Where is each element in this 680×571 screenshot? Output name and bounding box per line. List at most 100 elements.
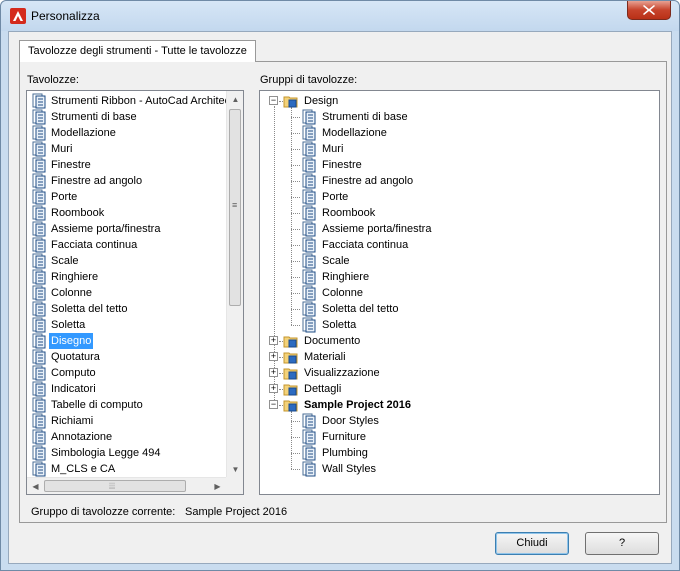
tool-palette-icon <box>32 333 46 349</box>
palette-list-item[interactable]: Simbologia Legge 494 <box>29 445 225 461</box>
palette-group-child[interactable]: Furniture <box>260 429 655 445</box>
scroll-up-icon[interactable]: ▲ <box>227 91 243 108</box>
vertical-scroll-thumb[interactable]: ≡ <box>229 109 241 306</box>
palette-group-child[interactable]: Finestre <box>260 157 655 173</box>
tool-palette-icon <box>32 205 46 221</box>
palette-list-item[interactable]: Soletta del tetto <box>29 301 225 317</box>
current-group-label: Gruppo di tavolozze corrente: <box>31 506 176 518</box>
palette-group-label: Design <box>304 95 339 107</box>
tool-palette-icon <box>302 141 316 157</box>
palette-group-child[interactable]: Assieme porta/finestra <box>260 221 655 237</box>
expand-icon[interactable]: + <box>269 336 278 345</box>
palette-group-child[interactable]: Muri <box>260 141 655 157</box>
expand-icon[interactable]: + <box>269 384 278 393</box>
palette-group-child[interactable]: Porte <box>260 189 655 205</box>
horizontal-scroll-thumb[interactable]: ⦙⦙⦙ <box>44 480 186 492</box>
palette-group-child[interactable]: Facciata continua <box>260 237 655 253</box>
palette-list-item[interactable]: Disegno <box>29 333 225 349</box>
tool-palette-icon <box>32 381 46 397</box>
palette-list-item[interactable]: Modellazione <box>29 125 225 141</box>
palette-group-node[interactable]: + Dettagli <box>260 381 655 397</box>
tree-connector <box>291 277 300 278</box>
palettes-vertical-scrollbar[interactable]: ▲ ≡ ▼ <box>226 91 243 478</box>
palette-list-item[interactable]: Finestre ad angolo <box>29 173 225 189</box>
palette-list-item-label: Simbologia Legge 494 <box>51 447 161 459</box>
palette-list-item-label: Ringhiere <box>51 271 99 283</box>
tool-palette-icon <box>32 365 46 381</box>
palette-group-child-label: Facciata continua <box>322 239 409 251</box>
palette-list-item[interactable]: Finestre <box>29 157 225 173</box>
palette-group-child[interactable]: Finestre ad angolo <box>260 173 655 189</box>
palette-group-node[interactable]: + Documento <box>260 333 655 349</box>
palette-group-folder-icon <box>283 400 298 412</box>
palette-list-item[interactable]: M_CLS e CA <box>29 461 225 477</box>
palettes-listbox[interactable]: Strumenti Ribbon - AutoCad Architecture S… <box>26 90 244 495</box>
palette-group-child[interactable]: Scale <box>260 253 655 269</box>
palette-group-child[interactable]: Wall Styles <box>260 461 655 477</box>
palette-list-item[interactable]: Roombook <box>29 205 225 221</box>
tree-connector <box>291 229 300 230</box>
tab-all-palettes[interactable]: Tavolozze degli strumenti - Tutte le tav… <box>19 40 256 62</box>
window-close-button[interactable] <box>627 1 671 20</box>
close-button[interactable]: Chiudi <box>495 532 569 555</box>
palette-group-node[interactable]: + Materiali <box>260 349 655 365</box>
scroll-right-icon[interactable]: ▶ <box>209 478 226 494</box>
title-bar[interactable]: Personalizza <box>1 1 679 31</box>
palette-list-item[interactable]: Facciata continua <box>29 237 225 253</box>
palette-group-child[interactable]: Soletta del tetto <box>260 301 655 317</box>
palette-list-item[interactable]: Strumenti di base <box>29 109 225 125</box>
palette-list-item[interactable]: Scale <box>29 253 225 269</box>
palette-group-child[interactable]: Plumbing <box>260 445 655 461</box>
palette-group-child[interactable]: Roombook <box>260 205 655 221</box>
palette-list-item-label: Finestre ad angolo <box>51 175 143 187</box>
scroll-down-icon[interactable]: ▼ <box>227 461 243 478</box>
palette-list-item[interactable]: Tabelle di computo <box>29 397 225 413</box>
tree-connector <box>291 309 300 310</box>
palette-group-child[interactable]: Door Styles <box>260 413 655 429</box>
collapse-icon[interactable]: − <box>269 400 278 409</box>
palette-group-node[interactable]: − Design <box>260 93 655 109</box>
palette-group-node[interactable]: − Sample Project 2016 <box>260 397 655 413</box>
palette-list-item-label: Computo <box>51 367 96 379</box>
scroll-left-icon[interactable]: ◀ <box>27 478 44 494</box>
palette-list-item-label: Colonne <box>51 287 92 299</box>
palette-list-item[interactable]: Indicatori <box>29 381 225 397</box>
expand-icon[interactable]: + <box>269 368 278 377</box>
tree-connector <box>291 181 300 182</box>
tree-connector <box>291 293 300 294</box>
palette-group-child[interactable]: Soletta <box>260 317 655 333</box>
palette-group-child[interactable]: Ringhiere <box>260 269 655 285</box>
tool-palette-icon <box>32 445 46 461</box>
tree-connector <box>291 133 300 134</box>
dialog-client: Tavolozze degli strumenti - Tutte le tav… <box>8 31 672 564</box>
palette-list-item[interactable]: Annotazione <box>29 429 225 445</box>
palette-group-child-label: Furniture <box>322 431 367 443</box>
palette-list-item[interactable]: Richiami <box>29 413 225 429</box>
palette-list-item[interactable]: Assieme porta/finestra <box>29 221 225 237</box>
palette-group-child[interactable]: Colonne <box>260 285 655 301</box>
palette-group-child-label: Soletta <box>322 319 357 331</box>
palettes-horizontal-scrollbar[interactable]: ◀ ⦙⦙⦙ ▶ <box>27 477 226 494</box>
palette-group-node[interactable]: + Visualizzazione <box>260 365 655 381</box>
palette-list-item[interactable]: Colonne <box>29 285 225 301</box>
tool-palette-icon <box>302 173 316 189</box>
palette-group-child[interactable]: Strumenti di base <box>260 109 655 125</box>
palette-list-item[interactable]: Strumenti Ribbon - AutoCad Architecture <box>29 93 243 109</box>
tree-connector <box>291 165 300 166</box>
palette-list-item[interactable]: Quotatura <box>29 349 225 365</box>
palette-list-item[interactable]: Muri <box>29 141 225 157</box>
palette-list-item[interactable]: Porte <box>29 189 225 205</box>
palette-list-item[interactable]: Computo <box>29 365 225 381</box>
palette-group-child-label: Finestre ad angolo <box>322 175 414 187</box>
palette-list-item-label: Richiami <box>51 415 94 427</box>
palette-groups-tree[interactable]: − Design Strumenti di base Modellazione Muri… <box>259 90 660 495</box>
expand-icon[interactable]: + <box>269 352 278 361</box>
palette-list-item-label: Annotazione <box>51 431 113 443</box>
help-button[interactable]: ? <box>585 532 659 555</box>
collapse-icon[interactable]: − <box>269 96 278 105</box>
tool-palette-icon <box>302 413 316 429</box>
palette-group-child[interactable]: Modellazione <box>260 125 655 141</box>
palette-list-item[interactable]: Soletta <box>29 317 225 333</box>
palette-list-item[interactable]: Ringhiere <box>29 269 225 285</box>
tool-palette-icon <box>32 93 46 109</box>
